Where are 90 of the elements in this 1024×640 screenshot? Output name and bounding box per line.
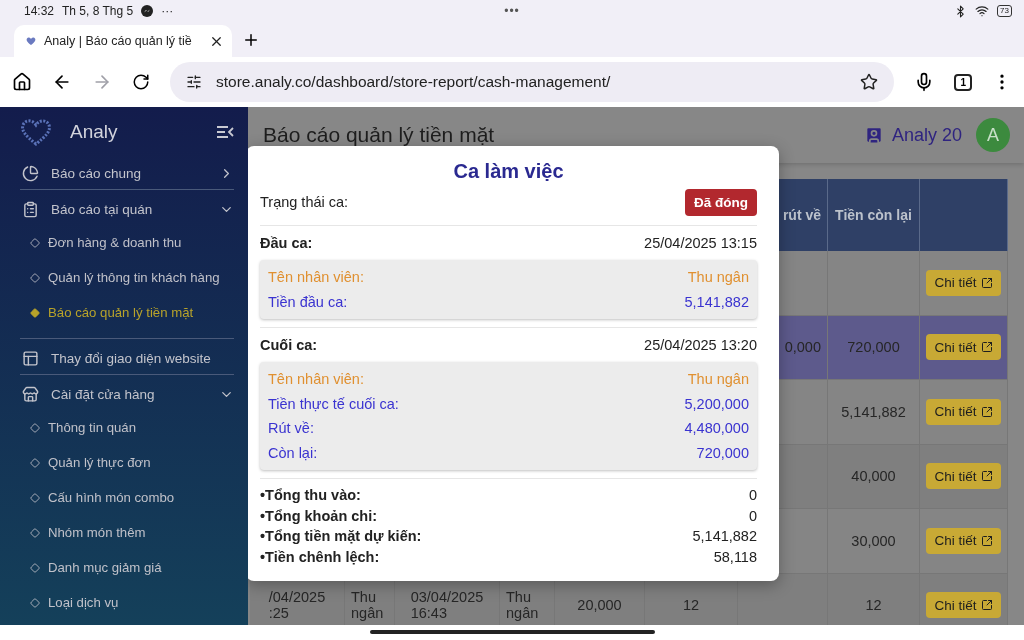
detail-label: Tiền đầu ca: xyxy=(268,293,348,310)
diamond-icon xyxy=(30,527,40,538)
detail-label: Tiền thực tế cuối ca: xyxy=(268,395,399,412)
external-link-icon xyxy=(980,276,993,289)
sidebar-group[interactable]: Thay đổi giao diện website xyxy=(20,342,234,374)
table-cell: 12 xyxy=(828,573,920,625)
table-cell: 5,141,882 xyxy=(828,380,920,445)
new-tab-icon[interactable] xyxy=(242,31,260,49)
more-notifications: ··· xyxy=(161,4,174,18)
table-cell: 720,000 xyxy=(828,315,920,380)
diamond-icon xyxy=(30,597,40,608)
summary-label: •Tổng khoản chi: xyxy=(260,507,378,524)
detail-value: 720,000 xyxy=(696,444,749,461)
detail-value: 4,480,000 xyxy=(684,420,749,437)
external-link-icon xyxy=(980,341,993,354)
pie-icon xyxy=(22,164,39,182)
summary-label: •Tổng thu vào: xyxy=(260,487,361,504)
store-icon xyxy=(22,385,39,403)
summary-value: 5,141,882 xyxy=(692,528,757,545)
summary-value: 58,118 xyxy=(713,548,757,565)
sidebar-item[interactable]: Quản lý thông tin khách hàng xyxy=(20,260,234,295)
diamond-icon xyxy=(30,492,40,503)
summary-label: •Tiền chênh lệch: xyxy=(260,548,380,565)
sidebar-item[interactable]: Quản lý thực đơn xyxy=(20,445,234,480)
external-link-icon xyxy=(980,599,993,612)
summary-value: 0 xyxy=(748,487,757,504)
site-settings-icon[interactable] xyxy=(186,74,202,90)
status-label: Trạng thái ca: xyxy=(260,194,349,210)
external-link-icon xyxy=(980,405,993,418)
address-bar[interactable]: store.analy.co/dashboard/store-report/cash-management/ xyxy=(170,62,895,102)
section-label: Cuối ca: xyxy=(260,337,318,353)
details-button[interactable]: Chi tiết xyxy=(926,334,1001,361)
detail-label: Tên nhân viên: xyxy=(268,371,364,388)
battery-icon: 73 xyxy=(997,5,1012,17)
details-button[interactable]: Chi tiết xyxy=(926,269,1001,296)
table-cell: 30,000 xyxy=(828,509,920,574)
section-label: Đầu ca: xyxy=(260,235,313,251)
clipboard-icon xyxy=(22,200,39,218)
table-cell: 40,000 xyxy=(828,444,920,509)
favicon-icon xyxy=(26,36,36,46)
status-badge: Đã đóng xyxy=(685,188,757,216)
diamond-icon xyxy=(30,307,40,318)
details-button[interactable]: Chi tiết xyxy=(926,527,1001,554)
diamond-icon xyxy=(30,562,40,573)
sidebar-item[interactable]: Loại dịch vụ xyxy=(20,585,234,620)
date: Th 5, 8 Thg 5 xyxy=(62,4,134,18)
collapse-menu-icon[interactable] xyxy=(216,125,234,139)
avatar: A xyxy=(976,118,1010,152)
sidebar-group[interactable]: Báo cáo chung xyxy=(20,157,234,189)
details-button[interactable]: Chi tiết xyxy=(926,463,1001,490)
detail-value: 5,200,000 xyxy=(684,395,749,412)
tab-count[interactable]: 1 xyxy=(954,73,972,91)
detail-value: Thu ngân xyxy=(687,269,749,286)
wifi-icon xyxy=(975,4,990,18)
sidebar-item[interactable]: Cấu hình món combo xyxy=(20,480,234,515)
user-name: Analy 20 xyxy=(891,124,962,146)
detail-value: 5,141,882 xyxy=(684,293,749,310)
diamond-icon xyxy=(30,272,40,283)
summary-value: 0 xyxy=(748,507,757,524)
diamond-icon xyxy=(30,422,40,433)
external-link-icon xyxy=(980,534,993,547)
brand-name: Analy xyxy=(70,121,119,143)
summary-label: •Tổng tiền mặt dự kiến: xyxy=(260,528,422,545)
sidebar-item[interactable]: Đơn hàng & doanh thu xyxy=(20,225,234,260)
bookmark-star-icon[interactable] xyxy=(860,73,879,91)
detail-label: Rút về: xyxy=(268,420,314,437)
multitasking-dots[interactable]: ••• xyxy=(504,4,520,18)
reload-icon[interactable] xyxy=(132,73,150,91)
sidebar-item[interactable]: Thông tin quán xyxy=(20,410,234,445)
clock: 14:32 xyxy=(24,4,55,18)
column-header: Tiền còn lại xyxy=(828,179,920,251)
diamond-icon xyxy=(30,237,40,248)
detail-label: Tên nhân viên: xyxy=(268,269,364,286)
sidebar-group[interactable]: Cài đặt cửa hàng xyxy=(20,378,234,410)
home-icon[interactable] xyxy=(12,72,32,92)
page-title: Báo cáo quản lý tiền mặt xyxy=(263,123,496,147)
sidebar-item[interactable]: Báo cáo quản lý tiền mặt xyxy=(20,295,234,330)
messenger-icon xyxy=(141,5,154,17)
external-link-icon xyxy=(980,470,993,483)
logo-icon xyxy=(20,118,52,146)
dialog-title: Ca làm việc xyxy=(452,160,565,183)
detail-label: Còn lại: xyxy=(268,444,318,461)
sidebar-item[interactable]: Nhóm món thêm xyxy=(20,515,234,550)
details-button[interactable]: Chi tiết xyxy=(926,398,1001,425)
sidebar-item[interactable]: Danh mục giảm giá xyxy=(20,550,234,585)
details-button[interactable]: Chi tiết xyxy=(926,592,1001,619)
diamond-icon xyxy=(30,457,40,468)
layout-icon xyxy=(22,349,39,367)
browser-tab[interactable]: Analy | Báo cáo quản lý tiề xyxy=(14,25,232,57)
sidebar-group[interactable]: Báo cáo tại quán xyxy=(20,193,234,225)
